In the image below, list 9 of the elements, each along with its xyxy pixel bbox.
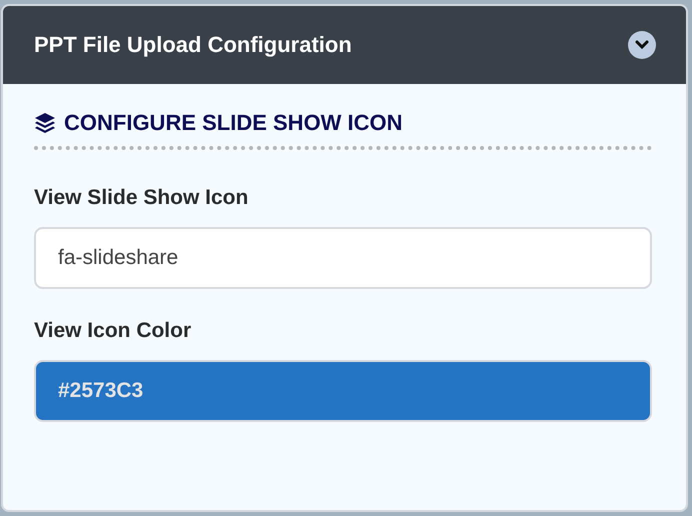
field-label: View Slide Show Icon — [34, 186, 250, 210]
color-field[interactable]: #2573C3 — [34, 360, 652, 422]
collapse-button[interactable] — [628, 31, 656, 59]
chevron-down-icon — [635, 40, 649, 50]
layers-icon — [34, 112, 56, 134]
input-field[interactable]: fa-slideshare — [34, 227, 652, 289]
panel-title: PPT File Upload Configuration — [34, 32, 352, 58]
section-title: CONFIGURE SLIDE SHOW ICON — [64, 110, 403, 136]
field-label: View Icon Color — [34, 319, 192, 343]
